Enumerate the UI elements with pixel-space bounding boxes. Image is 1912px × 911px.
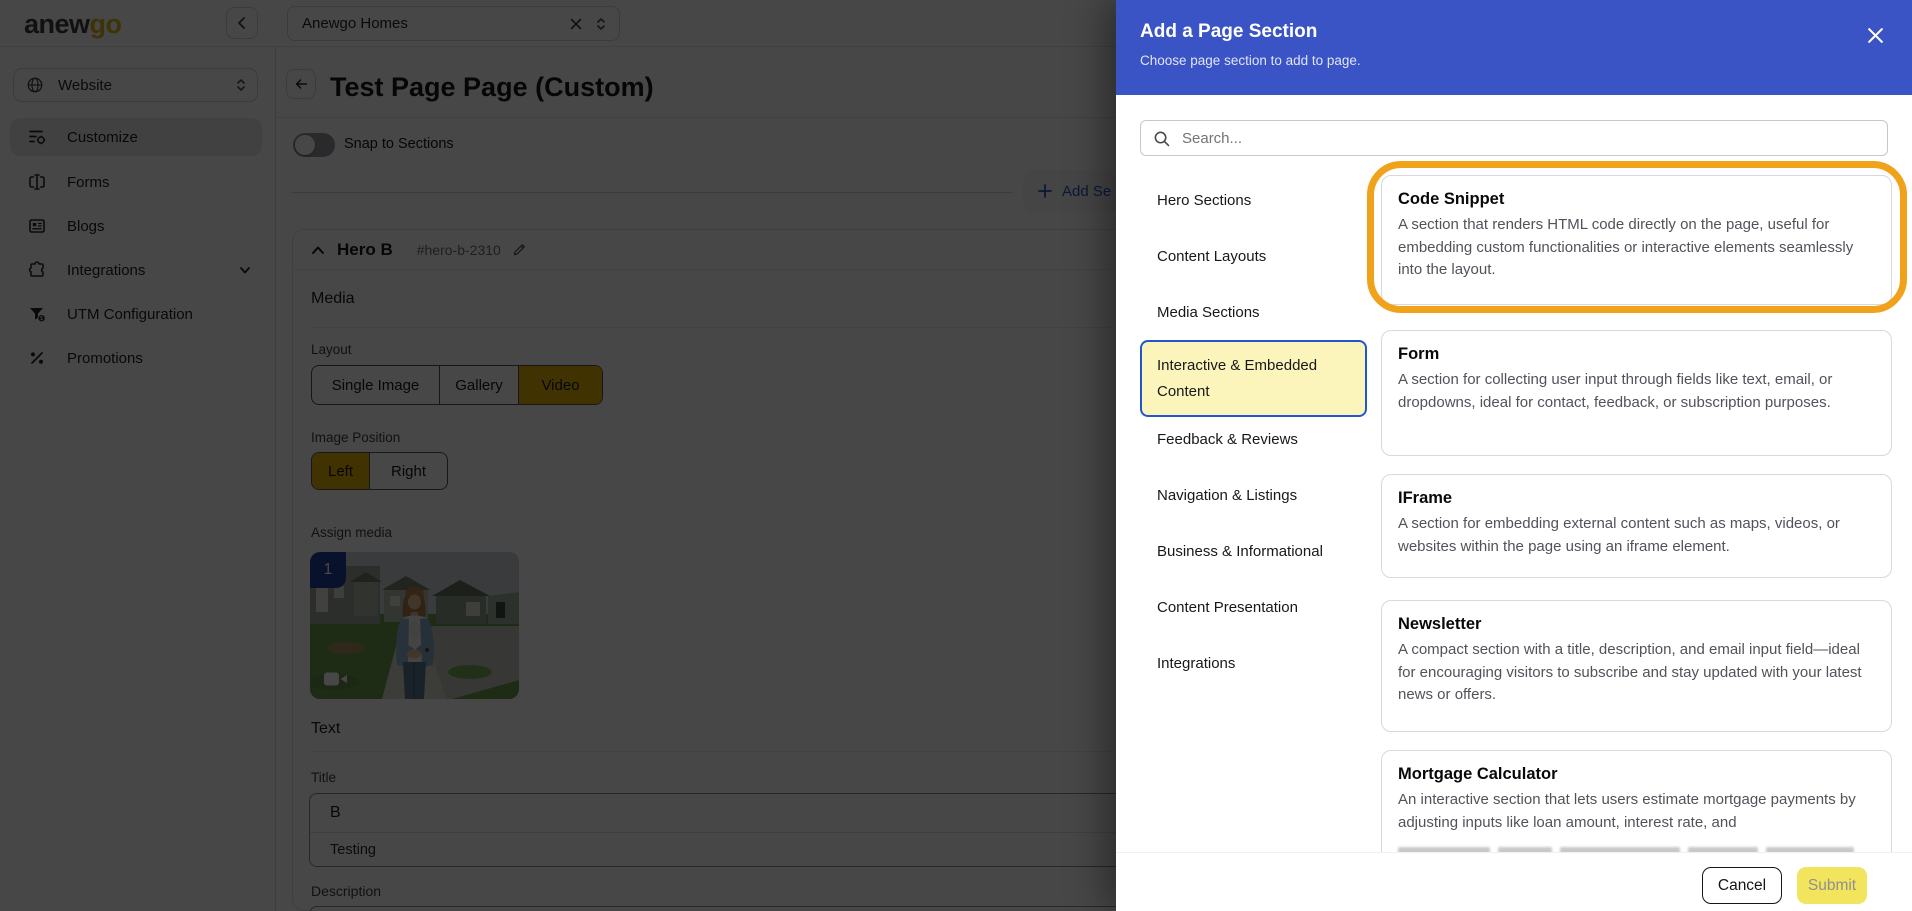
category-business-informational[interactable]: Business & Informational	[1157, 543, 1323, 560]
category-integrations[interactable]: Integrations	[1157, 655, 1235, 672]
category-content-presentation[interactable]: Content Presentation	[1157, 599, 1298, 616]
card-title: Mortgage Calculator	[1398, 765, 1558, 783]
category-feedback-reviews[interactable]: Feedback & Reviews	[1157, 431, 1298, 448]
card-description: A section for collecting user input thro…	[1398, 371, 1833, 411]
modal-title: Add a Page Section	[1140, 21, 1318, 42]
card-description: A section that renders HTML code directl…	[1398, 216, 1854, 278]
modal-footer: Cancel Submit	[1116, 852, 1912, 911]
card-title: Form	[1398, 345, 1440, 363]
category-hero-sections[interactable]: Hero Sections	[1157, 192, 1251, 209]
search-icon	[1154, 131, 1170, 146]
search-input[interactable]	[1180, 128, 1820, 148]
close-button[interactable]	[1864, 24, 1886, 46]
add-page-section-modal: Add a Page Section Choose page section t…	[1116, 0, 1912, 911]
category-media-sections[interactable]: Media Sections	[1157, 304, 1260, 321]
section-search[interactable]	[1140, 120, 1888, 156]
modal-header: Add a Page Section Choose page section t…	[1116, 0, 1912, 95]
card-description: An interactive section that lets users e…	[1398, 791, 1856, 831]
cancel-button[interactable]: Cancel	[1702, 867, 1782, 904]
close-icon	[1867, 27, 1883, 43]
section-card-iframe[interactable]: IFrame A section for embedding external …	[1381, 474, 1892, 578]
modal-subtitle: Choose page section to add to page.	[1140, 53, 1361, 68]
section-card-code-snippet[interactable]: Code Snippet A section that renders HTML…	[1381, 175, 1892, 305]
section-card-form[interactable]: Form A section for collecting user input…	[1381, 330, 1892, 456]
card-title: Newsletter	[1398, 615, 1482, 633]
card-description: A compact section with a title, descript…	[1398, 641, 1862, 703]
card-description: A section for embedding external content…	[1398, 515, 1840, 555]
card-title: Code Snippet	[1398, 190, 1505, 208]
category-interactive-embedded-content-selected[interactable]: Interactive & Embedded Content	[1140, 340, 1367, 417]
category-content-layouts[interactable]: Content Layouts	[1157, 248, 1266, 265]
submit-button[interactable]: Submit	[1797, 867, 1867, 904]
app-screen: anewgo Anewgo Homes Website Customize	[0, 0, 1912, 911]
section-card-newsletter[interactable]: Newsletter A compact section with a titl…	[1381, 600, 1892, 732]
category-navigation-listings[interactable]: Navigation & Listings	[1157, 487, 1297, 504]
card-title: IFrame	[1398, 489, 1453, 507]
